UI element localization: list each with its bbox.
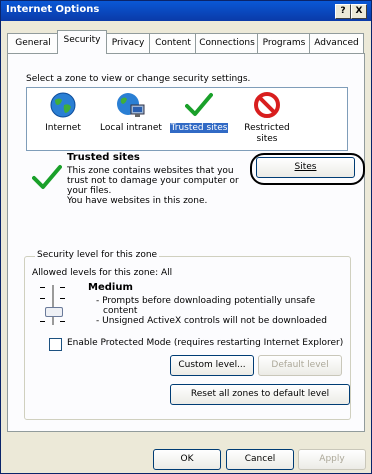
zone-restricted-sites-label: Restricted sites (244, 123, 290, 144)
protected-mode-label: Enable Protected Mode (requires restarti… (67, 338, 344, 348)
security-level-slider[interactable] (38, 283, 68, 327)
slider-track (52, 285, 54, 325)
zone-internet-label: Internet (45, 123, 81, 133)
slider-tick (60, 298, 65, 299)
level-desc-line-3: - Unsigned ActiveX controls will not be … (96, 316, 327, 326)
window-title: Internet Options (6, 4, 100, 15)
globe-icon (50, 92, 76, 118)
default-level-button[interactable]: Default level (258, 355, 342, 376)
zone-trusted-sites[interactable]: Trusted sites (165, 88, 233, 148)
zone-list[interactable]: Internet Local intranet Trusted sites Re… (26, 87, 348, 151)
level-desc-line-1: - Prompts before downloading potentially… (96, 296, 316, 306)
reset-all-zones-button[interactable]: Reset all zones to default level (170, 384, 350, 405)
custom-level-label: Custom level... (178, 360, 246, 370)
intranet-icon (117, 93, 145, 117)
sites-highlight-circle (250, 153, 365, 185)
level-name: Medium (88, 282, 133, 293)
apply-button[interactable]: Apply (298, 449, 366, 470)
zone-prompt: Select a zone to view or change security… (26, 74, 251, 84)
tab-security[interactable]: Security (57, 30, 107, 54)
slider-tick (40, 298, 45, 299)
cancel-button[interactable]: Cancel (226, 449, 294, 470)
zone-local-intranet[interactable]: Local intranet (97, 88, 165, 148)
default-level-label: Default level (271, 360, 329, 370)
zone-restricted-sites[interactable]: Restricted sites (233, 88, 301, 148)
slider-tick (60, 321, 65, 322)
tab-connections[interactable]: Connections (195, 33, 259, 53)
slider-tick (60, 287, 65, 288)
tab-advanced[interactable]: Advanced (309, 33, 364, 53)
ok-button[interactable]: OK (153, 449, 221, 470)
tab-programs[interactable]: Programs (257, 33, 311, 53)
protected-mode-checkbox[interactable] (49, 338, 62, 351)
slider-tick (40, 321, 45, 322)
slider-thumb[interactable] (45, 307, 63, 317)
tab-privacy[interactable]: Privacy (105, 33, 151, 53)
checkmark-icon (185, 93, 213, 116)
zone-desc-line-4: You have websites in this zone. (67, 196, 208, 206)
slider-tick (40, 287, 45, 288)
zone-local-intranet-label: Local intranet (100, 123, 162, 133)
title-bar: Internet Options ? X (1, 1, 371, 21)
tab-content[interactable]: Content (149, 33, 197, 53)
level-desc-line-2: content (103, 306, 138, 316)
custom-level-button[interactable]: Custom level... (170, 355, 254, 376)
help-button[interactable]: ? (335, 4, 351, 19)
tab-general[interactable]: General (7, 33, 59, 53)
reset-all-zones-label: Reset all zones to default level (190, 389, 330, 399)
zone-desc-line-1: This zone contains websites that you (67, 166, 234, 176)
zone-desc-line-3: your files. (67, 186, 112, 196)
zone-trusted-sites-text: Trusted sites (169, 123, 229, 133)
zone-internet[interactable]: Internet (29, 88, 97, 148)
security-level-group-title: Security level for this zone (35, 250, 160, 260)
trusted-checkmark-icon (32, 165, 62, 189)
zone-trusted-sites-label: Trusted sites (165, 123, 233, 134)
close-button[interactable]: X (351, 4, 367, 19)
selected-zone-title: Trusted sites (67, 152, 140, 163)
no-entry-icon (254, 92, 280, 118)
zone-desc-line-2: trust not to damage your computer or (67, 176, 239, 186)
allowed-levels-text: Allowed levels for this zone: All (32, 268, 173, 278)
